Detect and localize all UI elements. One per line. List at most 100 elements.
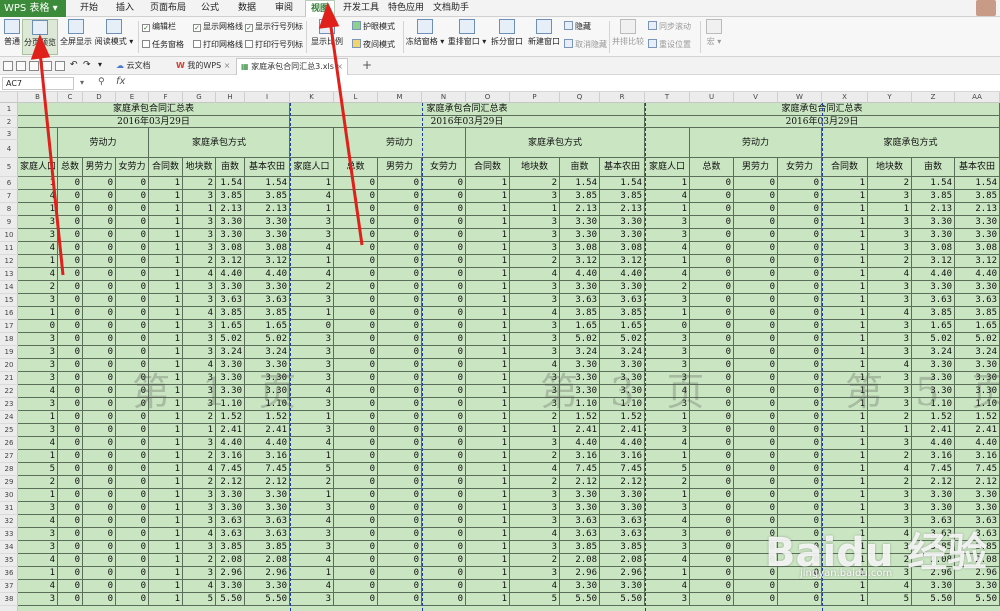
cell-people[interactable]: 1 xyxy=(18,567,58,580)
cell-mu[interactable]: 3.63 xyxy=(216,515,245,528)
cell-male[interactable]: 0 xyxy=(378,398,422,411)
row-header[interactable]: 29 xyxy=(0,476,18,489)
function-icon[interactable]: fx xyxy=(116,76,125,87)
cell-plots[interactable]: 3 xyxy=(510,515,560,528)
cell-people[interactable]: 3 xyxy=(18,333,58,346)
cell-total[interactable]: 0 xyxy=(58,593,83,606)
cell-total[interactable]: 0 xyxy=(58,515,83,528)
cell-total[interactable]: 0 xyxy=(334,242,378,255)
column-header[interactable]: H xyxy=(216,92,245,103)
row-header[interactable]: 26 xyxy=(0,437,18,450)
cell-mu[interactable]: 3.85 xyxy=(216,541,245,554)
cell-male[interactable]: 0 xyxy=(378,411,422,424)
cell-mu[interactable]: 3.63 xyxy=(560,294,600,307)
cell-mu[interactable]: 3.30 xyxy=(560,489,600,502)
cell-total[interactable]: 0 xyxy=(690,515,734,528)
cell-male[interactable]: 0 xyxy=(378,385,422,398)
cell-male[interactable]: 0 xyxy=(83,411,116,424)
cell-plots[interactable]: 1 xyxy=(183,203,216,216)
cell-male[interactable]: 0 xyxy=(83,424,116,437)
cell-plots[interactable]: 3 xyxy=(183,541,216,554)
cell-basic[interactable]: 3.16 xyxy=(245,450,290,463)
cell-female[interactable]: 0 xyxy=(116,294,149,307)
cell-mu[interactable]: 3.08 xyxy=(560,242,600,255)
cell-female[interactable]: 0 xyxy=(116,268,149,281)
cell-female[interactable]: 0 xyxy=(778,307,822,320)
cell-plots[interactable]: 3 xyxy=(868,502,912,515)
cell-total[interactable]: 0 xyxy=(690,580,734,593)
night-mode-button[interactable]: 夜间模式 xyxy=(352,39,395,51)
cell-male[interactable]: 0 xyxy=(378,294,422,307)
cell-total[interactable]: 0 xyxy=(58,424,83,437)
cell-female[interactable]: 0 xyxy=(422,476,466,489)
labor-header[interactable]: 劳动力 xyxy=(58,128,149,158)
cell-male[interactable]: 0 xyxy=(734,346,778,359)
cell-total[interactable]: 0 xyxy=(690,502,734,515)
cell-total[interactable]: 0 xyxy=(334,229,378,242)
cell-plots[interactable]: 3 xyxy=(868,229,912,242)
cell-people[interactable]: 4 xyxy=(645,242,690,255)
cell-people[interactable]: 1 xyxy=(645,177,690,190)
cell-people[interactable]: 4 xyxy=(290,190,334,203)
cell-plots[interactable]: 3 xyxy=(183,281,216,294)
cell-mu[interactable]: 2.12 xyxy=(216,476,245,489)
cell-people[interactable]: 3 xyxy=(645,346,690,359)
cell-plots[interactable]: 4 xyxy=(183,528,216,541)
cell-contracts[interactable]: 1 xyxy=(149,255,183,268)
cell-female[interactable]: 0 xyxy=(422,190,466,203)
cell-people[interactable]: 3 xyxy=(290,541,334,554)
cell-male[interactable]: 0 xyxy=(378,216,422,229)
cell-people[interactable]: 1 xyxy=(290,450,334,463)
cell-contracts[interactable]: 1 xyxy=(466,398,510,411)
cell-plots[interactable]: 3 xyxy=(183,320,216,333)
cell-male[interactable]: 0 xyxy=(734,437,778,450)
cell-basic[interactable]: 3.30 xyxy=(245,580,290,593)
column-header[interactable]: E xyxy=(116,92,149,103)
cell-people[interactable]: 3 xyxy=(18,229,58,242)
cell-mu[interactable]: 3.63 xyxy=(216,528,245,541)
cell-female[interactable]: 0 xyxy=(778,450,822,463)
cell-contracts[interactable]: 1 xyxy=(149,554,183,567)
cell-contracts[interactable]: 1 xyxy=(149,268,183,281)
cell-people[interactable]: 4 xyxy=(18,385,58,398)
row-header[interactable]: 27 xyxy=(0,450,18,463)
cell-total[interactable]: 0 xyxy=(334,385,378,398)
cell-basic[interactable]: 5.02 xyxy=(245,333,290,346)
cell-male[interactable]: 0 xyxy=(734,320,778,333)
cell-total[interactable]: 0 xyxy=(58,541,83,554)
cell-plots[interactable]: 2 xyxy=(868,177,912,190)
cell-people[interactable]: 3 xyxy=(18,294,58,307)
cell-people[interactable]: 3 xyxy=(645,424,690,437)
cell-basic[interactable]: 3.30 xyxy=(245,489,290,502)
row-header[interactable]: 15 xyxy=(0,294,18,307)
cell-mu[interactable]: 3.24 xyxy=(912,346,955,359)
cell-plots[interactable]: 1 xyxy=(868,203,912,216)
cell-plots[interactable]: 3 xyxy=(868,281,912,294)
cell-plots[interactable]: 2 xyxy=(183,177,216,190)
cell-basic[interactable]: 1.54 xyxy=(955,177,1000,190)
cell-total[interactable]: 0 xyxy=(58,476,83,489)
cell-people[interactable]: 1 xyxy=(290,567,334,580)
cell-contracts[interactable]: 1 xyxy=(149,593,183,606)
cell-contracts[interactable]: 1 xyxy=(822,502,868,515)
cell-mu[interactable]: 1.65 xyxy=(912,320,955,333)
cell-male[interactable]: 0 xyxy=(734,190,778,203)
cell-people[interactable]: 1 xyxy=(645,203,690,216)
cell-plots[interactable]: 2 xyxy=(183,554,216,567)
column-header[interactable]: I xyxy=(245,92,290,103)
show-headers-checkbox[interactable]: ✓ 显示行号列标 xyxy=(245,21,303,33)
cell-basic[interactable]: 5.50 xyxy=(955,593,1000,606)
cell-basic[interactable]: 3.63 xyxy=(955,294,1000,307)
cell-plots[interactable]: 3 xyxy=(510,567,560,580)
cell-female[interactable]: 0 xyxy=(778,229,822,242)
cell-mu[interactable]: 2.12 xyxy=(912,476,955,489)
cell-plots[interactable]: 4 xyxy=(510,528,560,541)
cell-male[interactable]: 0 xyxy=(734,216,778,229)
cell-male[interactable]: 0 xyxy=(83,580,116,593)
cell-male[interactable]: 0 xyxy=(734,580,778,593)
cell-male[interactable]: 0 xyxy=(378,333,422,346)
cell-female[interactable]: 0 xyxy=(422,281,466,294)
reading-mode-button[interactable]: 阅读模式 ▾ xyxy=(94,19,134,55)
cell-total[interactable]: 0 xyxy=(334,307,378,320)
row-header[interactable]: 13 xyxy=(0,268,18,281)
